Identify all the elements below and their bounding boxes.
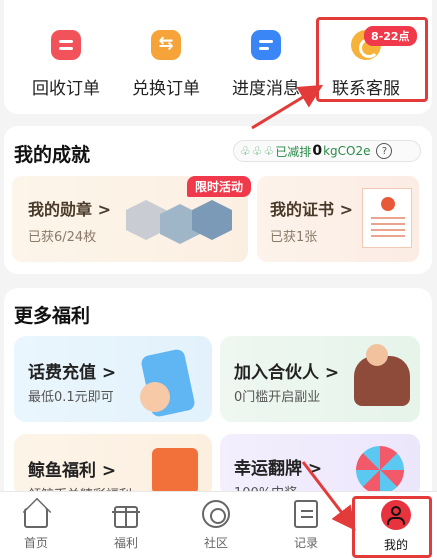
hand-icon [140, 382, 170, 412]
nav-community-label: 社区 [203, 536, 228, 550]
leaf-icon: ♧ [263, 144, 275, 158]
progress-message-label: 进度消息 [232, 79, 300, 99]
limited-event-tag: 限时活动 [187, 176, 252, 197]
carbon-unit: kgCO2e [323, 144, 371, 158]
partner-head-icon [366, 344, 388, 366]
recycle-order-label: 回收订单 [32, 79, 100, 99]
partner-subtitle: 0门槛开启副业 [234, 390, 321, 405]
community-icon [202, 500, 230, 528]
prize-wheel-icon [356, 446, 404, 494]
phone-recharge-tile[interactable]: 话费充值 > 最低0.1元即可 [14, 336, 212, 422]
recycle-order-icon [51, 30, 81, 60]
carbon-reduction-pill[interactable]: ♧ ♧ ♧ 已减排 0 kgCO2e ? [233, 140, 421, 162]
mine-highlight [352, 496, 432, 558]
exchange-order-label: 兑换订单 [132, 79, 200, 99]
whale-benefits-title: 鲸鱼福利 > [28, 461, 117, 481]
gift-icon [112, 506, 140, 528]
nav-home[interactable]: 首页 [6, 500, 66, 551]
partner-title: 加入合伙人 > [234, 363, 340, 383]
leaf-icon: ♧ [251, 144, 263, 158]
nav-record-label: 记录 [293, 536, 318, 550]
nav-community[interactable]: 社区 [186, 500, 246, 551]
gift-box-icon [152, 448, 198, 494]
carbon-value: 0 [312, 143, 323, 159]
customer-service-highlight [316, 17, 428, 102]
record-icon [294, 500, 318, 528]
lucky-flip-tile[interactable]: 幸运翻牌 > 100%中奖 [220, 434, 420, 498]
nav-record[interactable]: 记录 [276, 500, 336, 551]
certificates-title: 我的证书 > [270, 200, 353, 219]
medals-title: 我的勋章 > [28, 200, 111, 219]
certificate-icon [362, 188, 412, 248]
carbon-prefix: 已减排 [275, 144, 312, 159]
lucky-flip-title: 幸运翻牌 > [234, 459, 323, 479]
whale-benefits-tile[interactable]: 鲸鱼福利 > 领鲸币兑精彩福利 [14, 434, 212, 498]
progress-message-icon [251, 30, 281, 60]
progress-message-button[interactable]: 进度消息 [216, 30, 316, 99]
home-icon [24, 508, 48, 528]
partner-tile[interactable]: 加入合伙人 > 0门槛开启副业 [220, 336, 420, 422]
achievements-title: 我的成就 [14, 144, 91, 166]
help-icon[interactable]: ? [376, 143, 393, 159]
exchange-order-icon [151, 30, 181, 60]
leaf-icon: ♧ [240, 144, 251, 158]
exchange-order-button[interactable]: 兑换订单 [116, 30, 216, 99]
benefits-title: 更多福利 [14, 305, 91, 327]
nav-home-label: 首页 [23, 536, 48, 550]
nav-welfare[interactable]: 福利 [96, 500, 156, 551]
medals-count: 已获6/24枚 [28, 230, 97, 245]
certificates-count: 已获1张 [270, 230, 318, 245]
phone-recharge-subtitle: 最低0.1元即可 [28, 390, 114, 405]
nav-welfare-label: 福利 [113, 536, 138, 550]
recycle-order-button[interactable]: 回收订单 [16, 30, 116, 99]
phone-recharge-title: 话费充值 > [28, 363, 117, 383]
